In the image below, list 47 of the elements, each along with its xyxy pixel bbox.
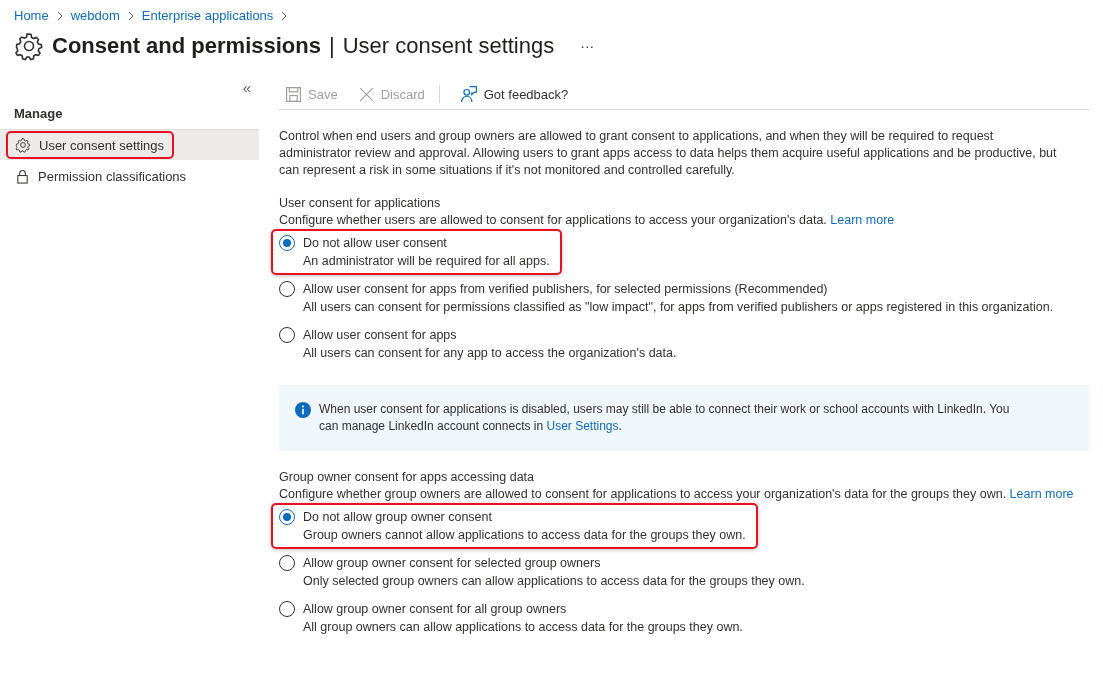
gear-icon <box>15 137 31 153</box>
option-label: Allow group owner consent for selected group owners <box>303 555 602 572</box>
section-heading: Group owner consent for apps accessing data <box>279 469 535 486</box>
section-description: Configure whether users are allowed to consent for applications to access your organization's data. Learn more <box>279 212 896 229</box>
title-separator: | <box>328 33 335 59</box>
option-detail: All group owners can allow applications to access data for the groups they own. <box>303 619 743 636</box>
more-button[interactable]: ··· <box>576 38 599 54</box>
breadcrumb-link[interactable]: Home <box>14 8 49 23</box>
option-detail: All users can consent for permissions classified as "low impact", for apps from verified publishers or apps registered in this organization. <box>303 299 1054 316</box>
learn-more-link[interactable]: Learn more <box>830 213 895 227</box>
learn-more-link[interactable]: Learn more <box>1009 487 1074 501</box>
toolbar-button[interactable]: Got feedback? <box>453 85 569 103</box>
option-label: Do not allow user consent <box>303 235 448 252</box>
sidebar-item-label: Permission classifications <box>38 168 187 184</box>
section-description: Configure whether group owners are allowed to consent for applications to access your organization's data for the groups they own. Learn more <box>279 486 1075 503</box>
sidebar-item[interactable]: User consent settings <box>0 129 259 160</box>
option-label: Do not allow group owner consent <box>303 509 493 526</box>
breadcrumb-link[interactable]: Enterprise applications <box>141 8 274 23</box>
option-detail: Only selected group owners can allow applications to access data for the groups they own. <box>303 573 805 590</box>
option-detail: All users can consent for any app to access the organization's data. <box>303 345 677 362</box>
radio-option[interactable]: Do not allow group owner consent Group owners cannot allow applications to access data for the groups they own. <box>271 503 758 549</box>
feedback-icon <box>459 85 478 103</box>
intro-text: Control when end users and group owners are allowed to grant consent to applications, and when they will be required to request administrator review and approval. Allowing users to grant apps access to data helps them acquire useful applications and be productive, but can represent a risk in some situations if it's not monitored and controlled carefully. <box>279 128 1058 179</box>
option-detail: Group owners cannot allow applications to access data for the groups they own. <box>303 527 746 544</box>
option-detail: An administrator will be required for all apps. <box>303 253 550 270</box>
gear-icon <box>14 31 44 61</box>
breadcrumb-link[interactable]: webdom <box>70 8 120 23</box>
page-title: Consent and permissions <box>52 33 321 59</box>
collapse-button[interactable]: « <box>240 79 253 96</box>
info-icon <box>295 402 311 418</box>
sidebar-item-label: User consent settings <box>39 137 164 153</box>
radio-option[interactable]: Do not allow user consent An administrator will be required for all apps. <box>271 229 562 275</box>
radio-option[interactable]: Allow group owner consent for all group owners All group owners can allow applications to access data for the groups they own. <box>271 595 755 641</box>
close-icon <box>357 85 375 103</box>
radio-option[interactable]: Allow user consent for apps All users can consent for any app to access the organization's data. <box>271 321 689 367</box>
option-label: Allow user consent for apps <box>303 327 458 344</box>
section-title: Manage <box>13 105 64 123</box>
section-heading: User consent for applications <box>279 195 442 212</box>
radio-option[interactable]: Allow group owner consent for selected group owners Only selected group owners can allow applications to access data for the groups they own. <box>271 549 817 595</box>
sidebar-item[interactable]: Permission classifications <box>0 160 259 191</box>
option-label: Allow group owner consent for all group owners <box>303 601 568 618</box>
page-subtitle: User consent settings <box>342 33 555 59</box>
option-label: Allow user consent for apps from verified publishers, for selected permissions (Recommended) <box>303 281 829 298</box>
user-settings-link[interactable]: User Settings <box>546 419 619 433</box>
info-text: When user consent for applications is disabled, users may still be able to connect their work or school accounts with LinkedIn. You can manage LinkedIn account connects in User Settings. <box>319 401 1011 435</box>
save-icon <box>285 85 302 103</box>
lock-icon <box>15 168 30 184</box>
